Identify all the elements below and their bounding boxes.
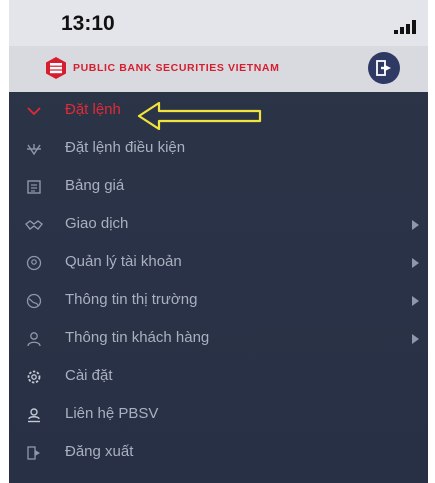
chevron-right-icon — [412, 334, 419, 344]
chevron-right-icon — [412, 296, 419, 306]
account-icon — [25, 254, 43, 272]
menu-item-label: Thông tin thị trường — [65, 291, 198, 308]
side-menu: Đặt lệnh Đặt lệnh điều kiện Bảng giá Gia… — [9, 92, 428, 472]
menu-item-dat-lenh[interactable]: Đặt lệnh — [9, 92, 428, 130]
menu-item-label: Cài đặt — [65, 367, 113, 384]
price-board-icon — [25, 178, 43, 196]
app-header: PUBLIC BANK SECURITIES VIETNAM — [9, 46, 428, 92]
menu-item-thong-tin-thi-truong[interactable]: Thông tin thị trường — [9, 282, 428, 320]
contact-icon — [25, 406, 43, 424]
menu-item-dang-xuat[interactable]: Đăng xuất — [9, 434, 428, 472]
menu-item-label: Đặt lệnh điều kiện — [65, 139, 186, 156]
status-bar: 13:10 — [9, 0, 428, 46]
menu-item-label: Đặt lệnh — [65, 101, 121, 118]
menu-item-label: Thông tin khách hàng — [65, 329, 210, 346]
pbsv-logo-icon — [46, 57, 66, 79]
signal-bars-icon — [394, 20, 416, 34]
globe-icon — [25, 292, 43, 310]
handshake-icon — [25, 216, 43, 234]
status-time: 13:10 — [61, 12, 115, 35]
logout-icon — [376, 60, 391, 76]
logout-button[interactable] — [368, 52, 400, 84]
menu-item-giao-dich[interactable]: Giao dịch — [9, 206, 428, 244]
menu-item-label: Đăng xuất — [65, 443, 134, 460]
chevron-down-icon — [25, 102, 43, 120]
conditional-order-icon — [25, 140, 43, 158]
chevron-right-icon — [412, 258, 419, 268]
menu-item-label: Quản lý tài khoản — [65, 253, 182, 270]
logout-icon — [25, 444, 43, 462]
menu-item-quan-ly-tai-khoan[interactable]: Quản lý tài khoản — [9, 244, 428, 282]
menu-item-label: Bảng giá — [65, 177, 125, 194]
brand-name: PUBLIC BANK SECURITIES VIETNAM — [73, 62, 280, 74]
menu-item-label: Giao dịch — [65, 215, 129, 232]
menu-item-dat-lenh-dieu-kien[interactable]: Đặt lệnh điều kiện — [9, 130, 428, 168]
menu-item-cai-dat[interactable]: Cài đặt — [9, 358, 428, 396]
menu-item-lien-he-pbsv[interactable]: Liên hệ PBSV — [9, 396, 428, 434]
chevron-right-icon — [412, 220, 419, 230]
gear-icon — [25, 368, 43, 386]
menu-item-label: Liên hệ PBSV — [65, 405, 159, 422]
menu-item-bang-gia[interactable]: Bảng giá — [9, 168, 428, 206]
app-screen: 13:10 PUBLIC BANK SECURITIES VIETNAM Đặt… — [9, 0, 428, 483]
menu-item-thong-tin-khach-hang[interactable]: Thông tin khách hàng — [9, 320, 428, 358]
user-icon — [25, 330, 43, 348]
